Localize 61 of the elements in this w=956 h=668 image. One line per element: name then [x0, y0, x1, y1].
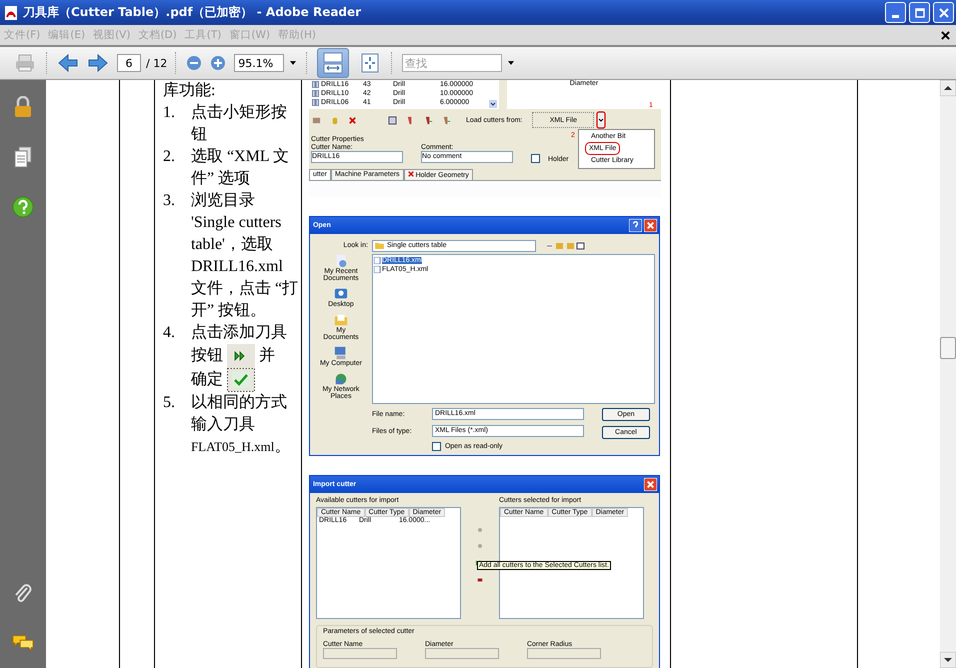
tool-icon[interactable] [424, 116, 433, 124]
remove-icon[interactable] [476, 577, 483, 583]
step-text: 浏览目录 'Single cutters table'，选取 DRILL16.xml 文件，点击 “打开” 按钮。 [190, 192, 298, 319]
close-icon[interactable] [941, 30, 950, 40]
zoom-out-icon[interactable] [186, 55, 202, 71]
scroll-down-icon[interactable] [940, 652, 956, 668]
step-number: 4. [162, 323, 176, 343]
step-text: 点击小矩形按钮 [190, 104, 287, 143]
scroll-down-icon[interactable] [488, 100, 497, 108]
desktop-icon[interactable] [334, 287, 348, 301]
page-total: / 12 [146, 56, 168, 70]
holder-checkbox[interactable] [530, 154, 540, 163]
scroll-up-icon[interactable] [940, 80, 956, 96]
step-number: 3. [162, 191, 176, 211]
back-arrow-icon[interactable] [57, 52, 79, 74]
help-icon[interactable] [12, 196, 34, 218]
close-icon [938, 8, 948, 18]
parameter-field[interactable] [526, 648, 601, 659]
step-text: 选取 “XML 文件” 选项 [190, 148, 290, 187]
step-text: 按钮 [190, 346, 223, 366]
parameter-field[interactable] [424, 648, 499, 659]
scrollbar-thumb[interactable] [940, 337, 956, 359]
dropdown-caret-icon[interactable] [290, 61, 296, 65]
zoom-field[interactable]: 95.1% [234, 54, 284, 72]
error-cross-icon [408, 171, 414, 177]
maximize-icon [914, 8, 924, 18]
close-button[interactable] [933, 2, 954, 23]
fit-page-icon[interactable] [359, 52, 382, 74]
step-text: 。 [274, 437, 290, 457]
parameter-field[interactable] [322, 648, 397, 659]
step-number: 1. [162, 103, 176, 123]
minimize-icon [892, 14, 899, 18]
fit-width-button[interactable] [317, 48, 350, 78]
step-text: 并 [258, 346, 275, 366]
folder-icon [374, 242, 384, 249]
dropdown-caret-icon[interactable] [596, 111, 606, 129]
add-arrows-icon [226, 344, 255, 368]
step-text: 确定 [190, 370, 223, 390]
checkmark-icon [226, 368, 255, 392]
computer-icon[interactable] [334, 346, 348, 360]
step-number: 5. [162, 393, 176, 413]
page-number-field[interactable]: 6 [117, 54, 141, 72]
dropdown-caret-icon[interactable] [508, 61, 514, 65]
step-number: 2. [162, 147, 176, 167]
maximize-button[interactable] [909, 2, 930, 23]
step-text: 输入刀具 [190, 414, 255, 435]
forward-arrow-icon[interactable] [87, 52, 109, 74]
network-icon[interactable] [334, 372, 348, 386]
zoom-in-icon[interactable] [210, 55, 226, 71]
step-text: FLAT05_H.xml [190, 438, 274, 456]
search-field[interactable]: 查找 [402, 54, 502, 72]
comments-icon[interactable] [12, 632, 34, 654]
pdf-document-icon [3, 4, 19, 20]
pages-icon[interactable] [12, 146, 34, 168]
window-title: 刀具库（Cutter Table）.pdf（已加密） - Adobe Reader [23, 4, 362, 21]
step-text: 以相同的方式 [190, 392, 287, 413]
paragraph-text: 库功能: [162, 80, 216, 101]
step-text: 点击添加刀具 [190, 322, 287, 343]
read-only-checkbox[interactable] [432, 442, 441, 451]
minimize-button[interactable] [885, 2, 906, 23]
delete-icon[interactable] [348, 116, 357, 124]
